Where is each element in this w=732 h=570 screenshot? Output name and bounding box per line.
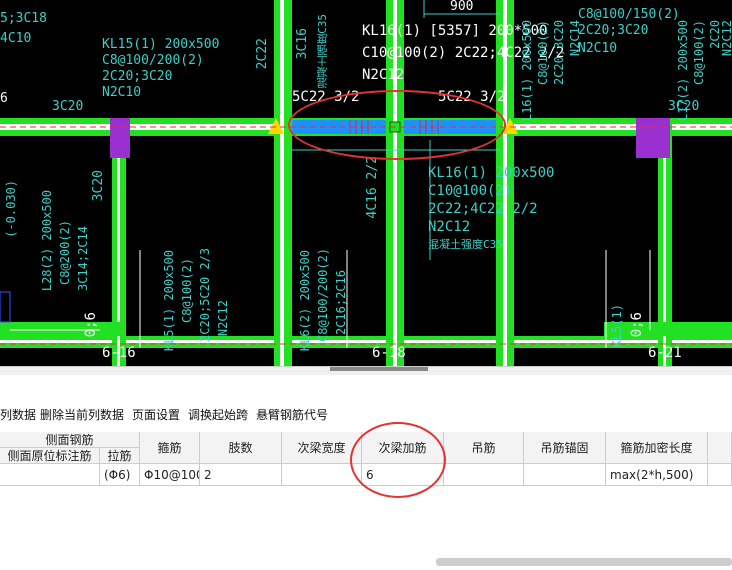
- cad-label: 混凝土强度C35: [428, 238, 503, 251]
- cad-label: L28(2) 200x500: [40, 190, 54, 292]
- cad-drawing-canvas[interactable]: 5;3C18 4C10 KL15(1) 200x500 C8@100/200(2…: [0, 0, 732, 366]
- toolbar-item-page-setup[interactable]: 页面设置: [132, 406, 180, 423]
- annotation-ellipse-beam: [288, 90, 506, 160]
- axis-label: 6-21: [648, 345, 682, 361]
- cad-label: 0;6: [629, 312, 645, 338]
- cad-label: 0;6: [83, 312, 99, 338]
- header-side-rebar: 侧面钢筋: [0, 432, 140, 448]
- cad-label: C8@100(2): [536, 20, 550, 86]
- horizontal-scrollbar[interactable]: [436, 558, 732, 566]
- cad-label: 4C16 2/2: [365, 156, 380, 219]
- cad-label: C8@100/200(2): [102, 53, 204, 68]
- cad-label: 2C20;3C20: [102, 69, 173, 84]
- cad-label: 4C10: [0, 31, 32, 46]
- table-toolbar: 列数据 删除当前列数据 页面设置 调换起始跨 悬臂钢筋代号: [0, 404, 732, 426]
- cad-label: 混凝土强度C35: [316, 14, 329, 89]
- column-left: [110, 118, 130, 158]
- header-hanger-anchor: 吊筋锚固: [524, 432, 606, 464]
- cad-label: KL5(1) 200x500: [162, 250, 176, 352]
- cad-label: 2C22;4C22 2/2: [428, 201, 538, 217]
- cad-label: 900: [450, 0, 474, 14]
- cad-label: KL5(1): [610, 304, 624, 348]
- cad-label: 6: [0, 91, 8, 106]
- column-right: [636, 118, 670, 158]
- toolbar-item-column-data[interactable]: 列数据: [0, 406, 36, 423]
- cad-label: 2C16;2C16: [334, 270, 348, 336]
- cad-label: KL16(1) 200x500: [428, 165, 555, 181]
- cad-label: C8@100(2): [692, 20, 706, 86]
- cad-label: 3C20: [91, 170, 106, 202]
- toolbar-item-swap-start-span[interactable]: 调换起始跨: [188, 406, 248, 423]
- header-stirrup: 箍筋: [140, 432, 200, 464]
- header-hanger: 吊筋: [444, 432, 524, 464]
- cad-label: 2C20;3C20: [578, 23, 649, 38]
- header-dense-length: 箍筋加密长度: [606, 432, 708, 464]
- cad-label: C8@100/200(2): [316, 248, 330, 342]
- cad-label: 2C20;3C20: [552, 20, 566, 86]
- cad-label: L17(2) 200x500: [676, 20, 690, 122]
- cad-label: N2C10: [102, 85, 142, 100]
- toolbar-item-cantilever-code[interactable]: 悬臂钢筋代号: [256, 406, 328, 423]
- cad-label: (-0.030): [4, 180, 18, 238]
- cad-label-selected-beam: N2C12: [362, 67, 405, 83]
- axis-label: 6-16: [102, 345, 136, 361]
- cell-stirrup[interactable]: Φ10@100: [140, 464, 200, 486]
- cad-label: C8@100/150(2): [578, 7, 680, 22]
- splitter-grip[interactable]: [330, 367, 428, 371]
- cell-hanger-anchor[interactable]: [524, 464, 606, 486]
- cad-label: 2C22: [255, 38, 270, 70]
- cell-hanger[interactable]: [444, 464, 524, 486]
- header-more: [708, 432, 732, 464]
- panel-splitter[interactable]: [0, 366, 732, 375]
- cad-label: C8@200(2): [58, 220, 72, 286]
- cad-label: C8@100(2): [180, 258, 194, 324]
- axis-label: 6-18: [372, 345, 406, 361]
- cad-label: N2C12: [720, 20, 732, 57]
- cad-label: C10@100(2): [428, 183, 513, 199]
- cell-more[interactable]: [708, 464, 732, 486]
- cad-label: 3C14;2C14: [76, 226, 90, 292]
- cad-label: L16(1) 200x500: [520, 20, 534, 122]
- annotation-ellipse-cell: [350, 422, 446, 498]
- cad-label: KL6(2) 200x500: [298, 250, 312, 352]
- cad-label: N2C14: [568, 20, 582, 57]
- cad-label: N2C12: [216, 300, 230, 337]
- cad-label: 3C20: [52, 99, 84, 114]
- cad-label: N2C12: [428, 219, 471, 235]
- toolbar-item-delete-column-data[interactable]: 删除当前列数据: [40, 406, 124, 423]
- header-legs: 肢数: [200, 432, 282, 464]
- header-tie-bar: 拉筋: [100, 448, 140, 464]
- cad-label: N2C10: [578, 41, 618, 56]
- cad-label: 5;3C18: [0, 11, 47, 26]
- cell-side-inplace[interactable]: [0, 464, 100, 486]
- cell-dense-length[interactable]: max(2*h,500): [606, 464, 708, 486]
- cad-label: KL15(1) 200x500: [102, 37, 220, 52]
- cad-label: 2C20;5C20 2/3: [198, 248, 212, 342]
- cell-tie-bar[interactable]: (Φ6): [100, 464, 140, 486]
- cell-legs[interactable]: 2: [200, 464, 282, 486]
- cad-label: 3C16: [295, 28, 310, 60]
- header-side-inplace: 侧面原位标注筋: [0, 448, 100, 464]
